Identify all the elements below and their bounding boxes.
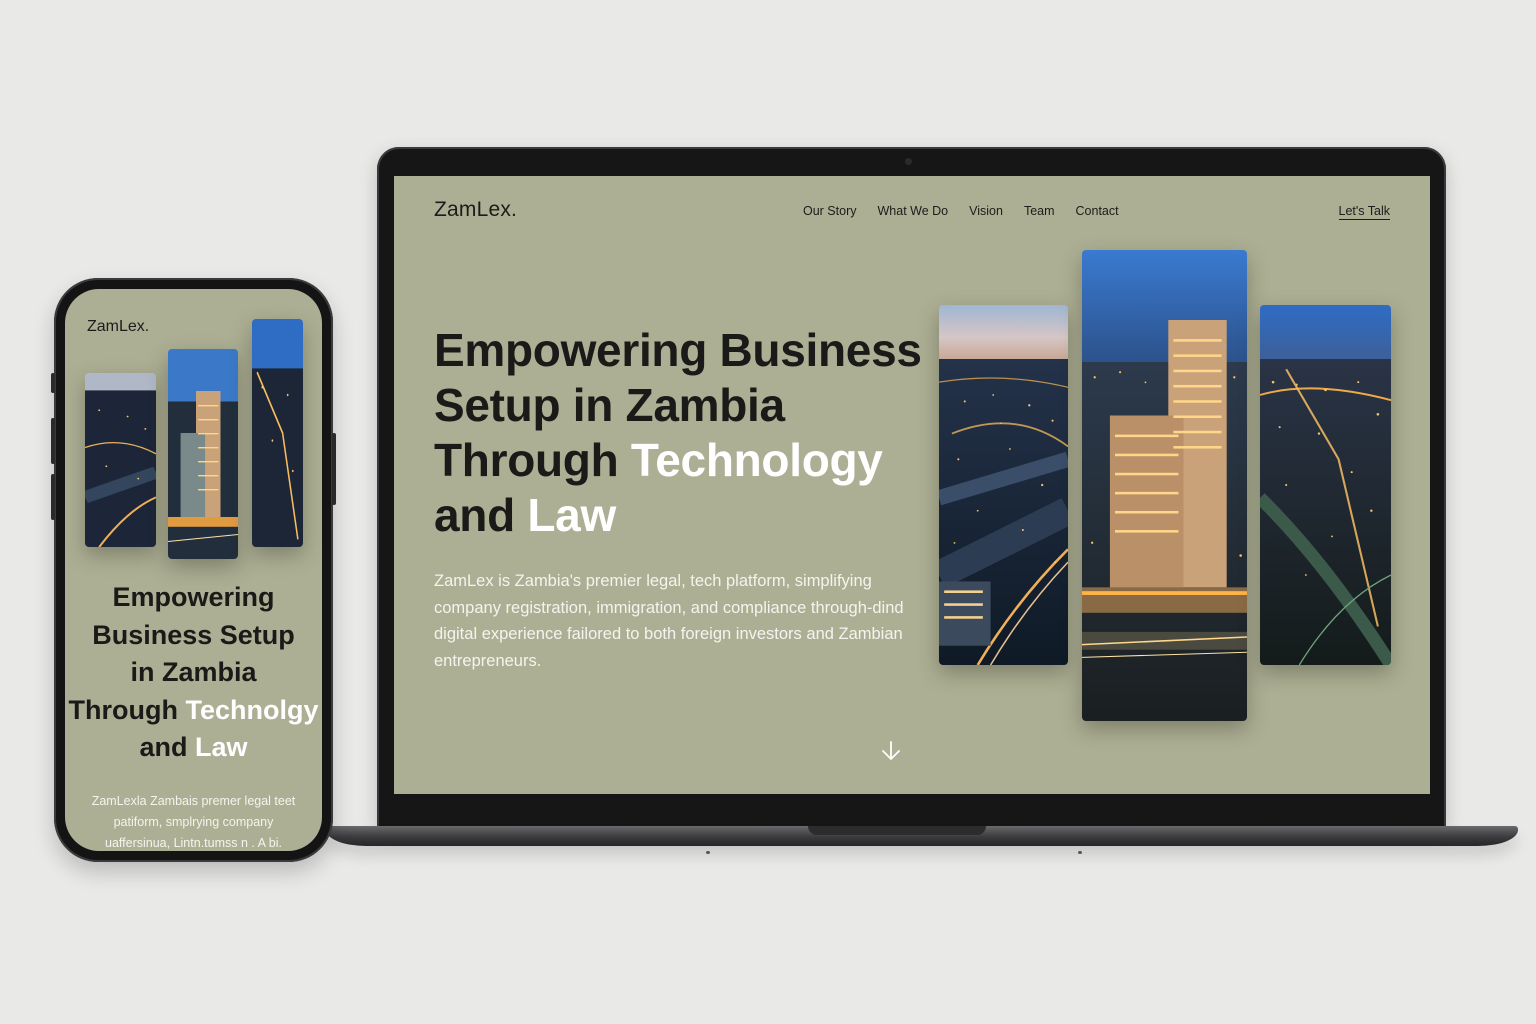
hero-title: Empowering Business Setup in Zambia Thro… xyxy=(68,582,319,762)
nav-item-our-story[interactable]: Our Story xyxy=(803,204,857,218)
arrow-down-icon[interactable] xyxy=(880,739,902,763)
laptop-screen: ZamLex. Our Story What We Do Vision Team… xyxy=(394,176,1430,794)
hero-title: Empowering Business Setup in Zambia Thro… xyxy=(434,324,922,541)
main-nav: Our Story What We Do Vision Team Contact xyxy=(803,204,1119,218)
hero-description: ZamLexla Zambais premer legal teet patif… xyxy=(91,794,296,850)
phone-side-button xyxy=(51,373,55,393)
camera-icon xyxy=(905,158,912,165)
city-lights-aerial-image xyxy=(1260,305,1391,665)
laptop-foot xyxy=(706,851,710,854)
hero-highlight: Technolgy xyxy=(185,694,319,725)
city-night-aerial-image xyxy=(939,305,1068,665)
building-tower-night-image xyxy=(1082,250,1247,721)
hero-highlight: Law xyxy=(195,732,248,762)
laptop-foot xyxy=(1078,851,1082,854)
hero-description: ZamLex is Zambia's premier legal, tech p… xyxy=(434,572,904,670)
laptop-notch xyxy=(808,826,986,835)
laptop-base xyxy=(326,826,1518,854)
hero-highlight: Law xyxy=(527,489,616,541)
city-lights-aerial-image xyxy=(252,319,303,547)
lets-talk-link[interactable]: Let's Talk xyxy=(1338,204,1390,220)
phone-volume-down-button xyxy=(51,474,55,520)
site-logo[interactable]: ZamLex. xyxy=(87,318,149,336)
laptop-device: ZamLex. Our Story What We Do Vision Team… xyxy=(377,147,1446,830)
city-night-aerial-image xyxy=(85,373,156,547)
phone-device: ZamLex. Empowering Business Setup in Zam… xyxy=(51,278,336,862)
phone-volume-up-button xyxy=(51,418,55,464)
phone-screen: ZamLex. Empowering Business Setup in Zam… xyxy=(65,289,322,851)
nav-item-team[interactable]: Team xyxy=(1024,204,1055,218)
hero-highlight: Technology xyxy=(630,434,883,486)
building-tower-night-image xyxy=(168,349,238,559)
phone-power-button xyxy=(332,433,336,505)
nav-item-contact[interactable]: Contact xyxy=(1076,204,1119,218)
site-logo[interactable]: ZamLex. xyxy=(434,198,517,222)
nav-item-what-we-do[interactable]: What We Do xyxy=(878,204,949,218)
nav-item-vision[interactable]: Vision xyxy=(969,204,1003,218)
